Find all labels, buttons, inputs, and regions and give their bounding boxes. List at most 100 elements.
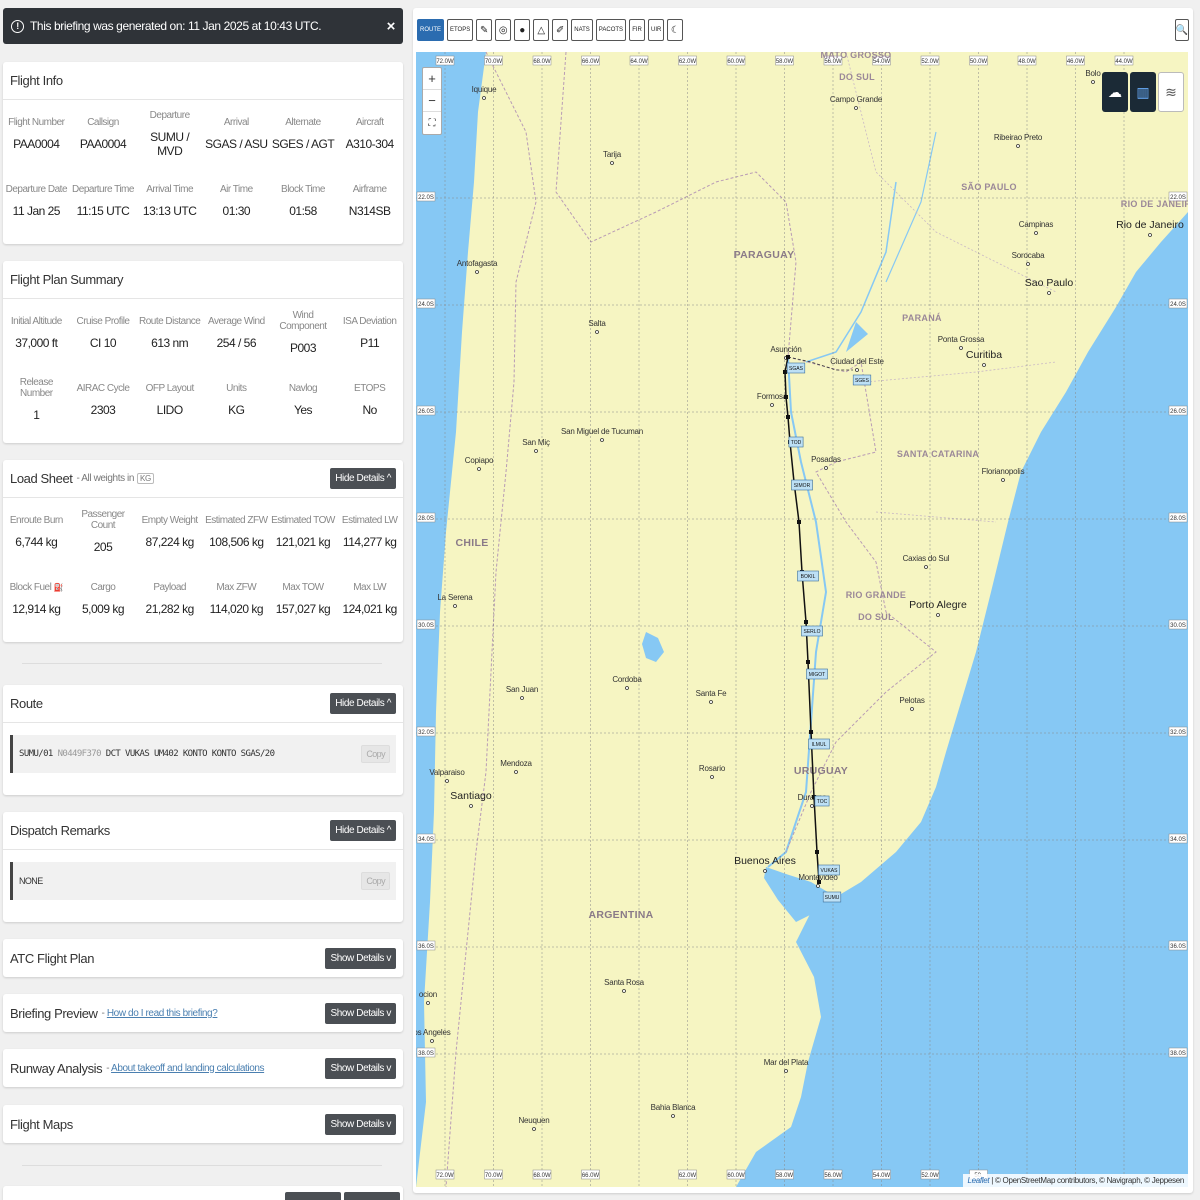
zoom-in-button[interactable]: + [423, 68, 441, 90]
city-label: Cordoba [612, 675, 642, 684]
toolbar-button-7[interactable]: NATS [571, 19, 593, 41]
summary-value: No [362, 402, 377, 417]
close-icon[interactable]: × [387, 18, 396, 35]
briefing-help-link[interactable]: How do I read this briefing? [107, 1008, 218, 1019]
load-label: Passenger Count [81, 509, 125, 531]
city-dot [595, 330, 599, 334]
zoom-out-button[interactable]: − [423, 90, 441, 112]
atc-plan-toggle-button[interactable]: Show Details v [325, 947, 396, 969]
flight-info-header: Flight Info [3, 62, 403, 100]
load-cell: Estimated ZFW 108,506 kg [203, 498, 270, 565]
layers-icon[interactable]: ≋ [1158, 72, 1184, 112]
city-label: La Serena [437, 593, 473, 602]
info-label: Departure [149, 109, 190, 121]
route-fix-marker[interactable] [815, 850, 819, 854]
lat-label-left: 34.0S [418, 837, 434, 843]
remarks-title: Dispatch Remarks [10, 823, 110, 838]
runway-help-link[interactable]: About takeoff and landing calculations [111, 1063, 264, 1074]
load-sheet-toggle-button[interactable]: Hide Details ^ [330, 468, 396, 489]
info-value: SGAS / ASU [205, 136, 268, 151]
lon-label-top: 58.0W [776, 59, 794, 65]
toolbar-button-6[interactable]: ✐ [552, 19, 569, 41]
toolbar-button-0[interactable]: ROUTE [417, 19, 444, 41]
summary-label: Route Distance [138, 315, 201, 327]
summary-value: Yes [293, 402, 313, 417]
lon-label-top: 72.0W [436, 59, 454, 65]
toolbar-button-5[interactable]: △ [533, 19, 550, 41]
city-label: Ribeirao Preto [994, 133, 1043, 142]
city-dot [959, 346, 963, 350]
map-canvas: 72.0W 70.0W 68.0W 66.0W 64.0W 62.0W 60.0W 58.0W… [416, 52, 1188, 1187]
weather-layer-icon[interactable]: ☁ [1102, 72, 1128, 112]
lon-label-bottom: 62.0W [679, 1173, 697, 1179]
route-copy-button[interactable]: Copy [361, 745, 390, 763]
route-fix-marker[interactable] [797, 520, 801, 524]
load-value: 12,914 kg [12, 601, 61, 616]
toolbar-button-1[interactable]: ETOPS [447, 19, 474, 41]
route-fix-marker[interactable] [804, 620, 808, 624]
city-label: Campinas [1019, 220, 1054, 229]
toolbar-button-9[interactable]: FIR [629, 19, 646, 41]
runway-analysis-panel: Runway Analysis - About takeoff and land… [3, 1049, 403, 1087]
load-value: 205 [93, 540, 113, 554]
fuel-pump-icon[interactable]: ⛽ [54, 583, 64, 592]
search-icon[interactable]: 🔍 [1175, 19, 1189, 41]
route-fix-marker[interactable] [817, 880, 821, 884]
attribution-text: | © OpenStreetMap contributors, © Navigr… [991, 1176, 1184, 1185]
runway-analysis-toggle-button[interactable]: Show Details v [325, 1057, 396, 1079]
city-dot [1091, 80, 1095, 84]
toolbar-button-2[interactable]: ✎ [476, 19, 493, 41]
country-label: CHILE [456, 537, 489, 549]
route-fix-marker[interactable] [783, 370, 787, 374]
zoom-control: + − ⛶ [422, 67, 442, 135]
state-label: PARANÁ [902, 313, 942, 323]
city-label: Formosa [757, 392, 788, 401]
remarks-toggle-button[interactable]: Hide Details ^ [330, 820, 396, 841]
lat-label-right: 26.0S [1170, 409, 1186, 415]
route-fix-marker[interactable] [784, 395, 788, 399]
city-label: Pelotas [899, 696, 924, 705]
route-fix-marker[interactable] [806, 660, 810, 664]
load-value: 114,277 kg [342, 534, 397, 549]
route-toggle-button[interactable]: Hide Details ^ [330, 693, 396, 714]
charts-layer-icon[interactable]: ▥ [1130, 72, 1156, 112]
route-map[interactable]: 72.0W 70.0W 68.0W 66.0W 64.0W 62.0W 60.0W 58.0W… [416, 52, 1188, 1187]
fullscreen-icon[interactable]: ⛶ [423, 112, 441, 134]
next-panel-button[interactable] [285, 1192, 341, 1200]
city-dot [1034, 231, 1038, 235]
info-cell: Air Time 01:30 [203, 167, 270, 234]
route-fix-marker[interactable] [809, 730, 813, 734]
unit-badge[interactable]: KG [137, 473, 154, 484]
major-city-dot [763, 869, 767, 873]
load-sheet-grid: Enroute Burn 6,744 kg Passenger Count 205 … [3, 498, 403, 632]
route-fix-marker[interactable] [786, 415, 790, 419]
toolbar-button-11[interactable]: ☾ [667, 19, 684, 41]
major-city-label: Buenos Aires [734, 855, 796, 867]
lat-label-right: 24.0S [1170, 302, 1186, 308]
leaflet-link[interactable]: Leaflet [967, 1176, 989, 1185]
city-label: Antofagasta [457, 259, 498, 268]
load-cell: Enroute Burn 6,744 kg [3, 498, 70, 565]
lon-label-top: 66.0W [582, 59, 600, 65]
summary-cell: ETOPS No [336, 366, 403, 433]
toolbar-button-8[interactable]: PACOTS [595, 19, 627, 41]
load-sheet-title: Load Sheet [10, 471, 73, 486]
briefing-preview-toggle-button[interactable]: Show Details v [325, 1002, 396, 1024]
flight-maps-toggle-button[interactable]: Show Details v [325, 1113, 396, 1135]
waypoint-label: TOC [817, 799, 828, 805]
summary-cell: Wind Component P003 [270, 299, 337, 366]
toolbar-button-4[interactable]: ● [514, 19, 531, 41]
toolbar-button-3[interactable]: ◎ [495, 19, 512, 41]
info-value: SGES / AGT [271, 136, 335, 151]
remarks-copy-button[interactable]: Copy [361, 872, 390, 890]
briefing-preview-title: Briefing Preview [10, 1005, 98, 1021]
route-fix-marker[interactable] [786, 355, 790, 359]
flight-info-title: Flight Info [10, 73, 63, 88]
next-panel-button[interactable] [344, 1192, 400, 1200]
toolbar-button-10[interactable]: UIR [648, 19, 665, 41]
info-cell: Airframe N314SB [336, 167, 403, 234]
city-dot [625, 686, 629, 690]
remarks-header: Dispatch Remarks Hide Details ^ [3, 812, 403, 850]
info-value: SUMU / MVD [150, 129, 190, 158]
city-label: Salta [588, 319, 606, 328]
